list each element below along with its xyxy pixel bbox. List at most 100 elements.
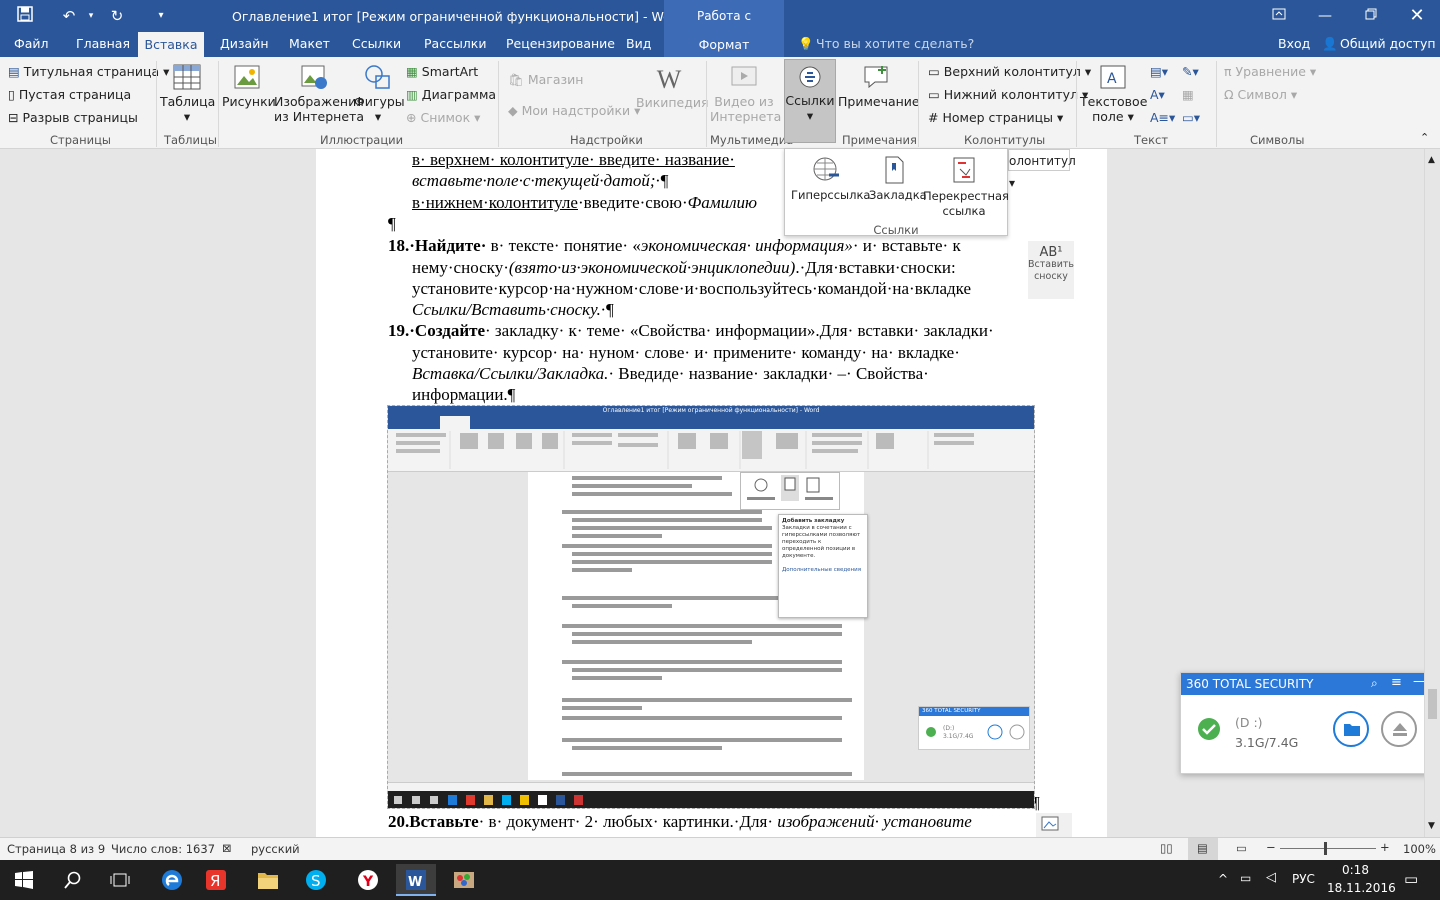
online-video-button[interactable]: Видео из Интернета [710, 63, 781, 124]
task-view-icon[interactable] [100, 864, 140, 896]
equation-button[interactable]: π Уравнение ▾ [1224, 64, 1316, 79]
tab-file[interactable]: Файл [14, 36, 49, 51]
open-folder-button[interactable] [1333, 711, 1369, 747]
svg-text:S: S [311, 872, 321, 890]
page-break-button[interactable]: ⊟ Разрыв страницы [8, 110, 138, 125]
menu-icon[interactable]: ≡ [1391, 675, 1402, 690]
undo-icon[interactable]: ↶ [58, 6, 80, 26]
ribbon-display-options-icon[interactable] [1268, 6, 1290, 26]
group-symbols: Символы [1250, 133, 1305, 147]
online-pictures-button[interactable]: Изображения из Интернета [274, 63, 364, 124]
scroll-up-icon[interactable]: ▲ [1428, 155, 1435, 165]
input-language[interactable]: РУС [1292, 872, 1315, 886]
restore-icon[interactable] [1360, 6, 1382, 26]
header-button[interactable]: ▭ Верхний колонтитул ▾ [928, 64, 1091, 79]
tab-layout[interactable]: Макет [289, 36, 330, 51]
quick-parts-icon[interactable]: ▤▾ [1150, 64, 1168, 79]
word-taskbar-icon[interactable]: W [396, 864, 436, 896]
footer-button[interactable]: ▭ Нижний колонтитул ▾ [928, 87, 1088, 102]
tab-mailings[interactable]: Рассылки [424, 36, 486, 51]
web-layout-icon[interactable]: ▭ [1236, 841, 1247, 855]
tab-home[interactable]: Главная [76, 36, 130, 51]
comment-button[interactable]: Примечание [838, 63, 920, 109]
wordart-icon[interactable]: A▾ [1150, 87, 1165, 102]
word-count[interactable]: Число слов: 1637 [111, 842, 215, 856]
signature-line-icon[interactable]: ✎▾ [1182, 64, 1199, 79]
eject-button[interactable] [1381, 711, 1417, 747]
shapes-icon [365, 65, 390, 89]
clock-date[interactable]: 18.11.2016 [1327, 881, 1396, 895]
skype-icon[interactable]: S [296, 864, 336, 896]
textbox-button[interactable]: A Текстовое поле ▾ [1080, 63, 1147, 124]
doc-line: нему·сноску·(взято·из·экономической·энци… [412, 258, 956, 277]
insert-footnote-button[interactable]: AB¹ Вставить сноску [1028, 241, 1074, 299]
volume-icon[interactable]: ◁ [1266, 870, 1276, 885]
tell-me-box[interactable]: Что вы хотите сделать? [816, 36, 974, 51]
sign-in-link[interactable]: Вход [1278, 36, 1310, 51]
blank-page-button[interactable]: ▯ Пустая страница [8, 87, 131, 102]
tab-format[interactable]: Формат [664, 32, 784, 57]
scroll-thumb[interactable] [1428, 689, 1437, 719]
table-button[interactable]: Таблица ▾ [160, 63, 215, 124]
read-mode-icon[interactable]: ▯▯ [1160, 841, 1173, 855]
zoom-in-icon[interactable]: + [1380, 840, 1390, 854]
wikipedia-button[interactable]: W Википедия [636, 65, 709, 110]
title-page-button[interactable]: ▤ Титульная страница ▾ [8, 64, 169, 79]
links-button[interactable]: Ссылки ▾ [784, 59, 836, 143]
screenshot-button[interactable]: ⊕ Снимок ▾ [406, 110, 480, 125]
store-button[interactable]: 🛍 Магазин [508, 72, 583, 88]
repeat-icon[interactable]: ↻ [106, 6, 128, 26]
yandex-icon[interactable]: Y [348, 864, 388, 896]
my-addins-button[interactable]: ◆ Мои надстройки ▾ [508, 103, 640, 118]
customize-qat-icon[interactable]: ▾ [150, 6, 172, 26]
tab-references[interactable]: Ссылки [352, 36, 401, 51]
share-button[interactable]: Общий доступ [1340, 36, 1436, 51]
object-icon[interactable]: ▭▾ [1182, 110, 1200, 125]
language-indicator[interactable]: русский [251, 842, 300, 856]
proofing-icon[interactable]: ⊠ [222, 841, 232, 855]
symbol-button[interactable]: Ω Символ ▾ [1224, 87, 1297, 102]
hyperlink-button[interactable]: Гиперссылка [791, 155, 870, 202]
bookmark-button[interactable]: Закладка [869, 155, 927, 202]
pictures-button[interactable]: Рисунки [222, 63, 276, 109]
tab-design[interactable]: Дизайн [220, 36, 269, 51]
page-number-button[interactable]: # Номер страницы ▾ [928, 110, 1063, 125]
zoom-out-icon[interactable]: − [1266, 840, 1276, 854]
yandex-browser-icon[interactable]: Я [196, 864, 236, 896]
zoom-slider[interactable] [1280, 848, 1376, 849]
file-explorer-icon[interactable] [248, 864, 288, 896]
network-icon[interactable]: ▭ [1240, 871, 1251, 885]
clock-time[interactable]: 0:18 [1342, 863, 1369, 877]
vertical-scrollbar[interactable]: ▲ ▼ [1424, 149, 1440, 837]
collapse-ribbon-icon[interactable]: ⌃ [1420, 131, 1429, 144]
search-icon[interactable]: ⌕ [1371, 676, 1378, 691]
scroll-down-icon[interactable]: ▼ [1428, 821, 1435, 831]
security-popup: 360 TOTAL SECURITY ⌕ ≡ — (D :) 3.1G/7.4G [1180, 672, 1432, 774]
search-icon[interactable] [52, 864, 92, 896]
tab-view[interactable]: Вид [626, 36, 651, 51]
layout-options-icon[interactable] [1036, 813, 1072, 837]
close-icon[interactable]: ✕ [1406, 6, 1428, 26]
shapes-button[interactable]: Фигуры ▾ [354, 63, 405, 124]
edge-icon[interactable] [152, 864, 192, 896]
paint-icon[interactable] [444, 864, 484, 896]
embedded-tabs [388, 416, 1034, 429]
smartart-button[interactable]: ▦ SmartArt [406, 64, 478, 79]
dropcap-icon[interactable]: A≡▾ [1150, 110, 1175, 125]
chart-button[interactable]: ▥ Диаграмма [406, 87, 496, 102]
cross-reference-button[interactable]: Перекрестная ссылка [923, 155, 1009, 219]
undo-dropdown-icon[interactable]: ▾ [80, 6, 102, 26]
print-layout-icon[interactable]: ▤ [1188, 838, 1218, 860]
tab-insert[interactable]: Вставка [138, 32, 204, 57]
show-hidden-icons[interactable]: ^ [1218, 872, 1228, 886]
page-count[interactable]: Страница 8 из 9 [7, 842, 105, 856]
minimize-icon[interactable]: — [1314, 6, 1336, 26]
date-time-icon[interactable]: ▦ [1182, 87, 1194, 102]
zoom-slider-thumb[interactable] [1324, 842, 1327, 855]
tab-review[interactable]: Рецензирование [506, 36, 615, 51]
start-icon[interactable] [4, 864, 44, 896]
save-icon[interactable] [14, 6, 36, 26]
zoom-level[interactable]: 100% [1403, 842, 1436, 856]
embedded-screenshot-image[interactable]: Оглавление1 итог [Режим ограниченной фун… [387, 405, 1035, 809]
notification-icon[interactable]: ▭ [1404, 870, 1418, 888]
